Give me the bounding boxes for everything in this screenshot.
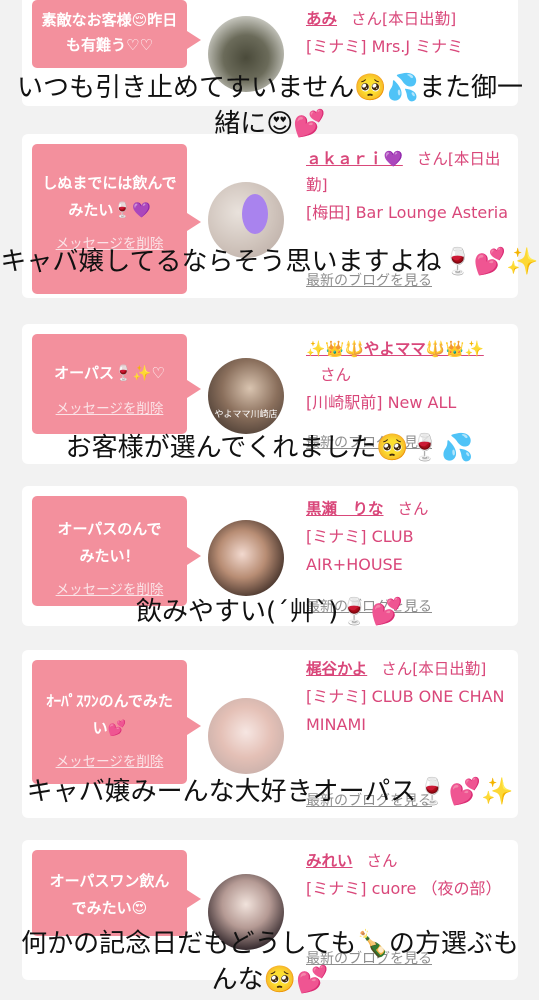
message-text: しぬまでには飲んでみたい🍷💜 [42, 174, 177, 219]
caption-text: お客様が選んでくれました🥺🍷💦 [65, 433, 474, 463]
avatar[interactable] [208, 520, 284, 596]
shop-name: [川崎駅前] New ALL [306, 393, 457, 412]
honorific: さん [397, 500, 429, 518]
cast-name-line: あみ さん[本日出勤] [306, 6, 511, 32]
message-bubble: オーパス🍷✨♡ メッセージを削除 [32, 334, 201, 434]
cast-info: みれい さん [ミナミ] cuore （夜の部） [306, 848, 511, 903]
cast-name-line: ✨👑🔱やよママ🔱👑✨ さん [306, 336, 511, 388]
message-text: オーパスワン飲んでみたい😍 [49, 872, 170, 917]
shop-name: [ミナミ] cuore （夜の部） [306, 879, 502, 898]
cast-info: 梶谷かよ さん[本日出勤] [ミナミ] CLUB ONE CHAN MINAMI [306, 656, 511, 739]
shop-name: [ミナミ] CLUB ONE CHAN MINAMI [306, 687, 505, 734]
status-text: [本日出勤] [412, 660, 487, 678]
cast-info: 黒瀬 りな さん [ミナミ] CLUB AIR+HOUSE [306, 496, 511, 579]
shop-name: [ミナミ] Mrs.J ミナミ [306, 37, 464, 56]
honorific: さん [381, 660, 413, 678]
status-text: [本日出勤] [382, 10, 457, 28]
caption-text: キャバ嬢みーんな大好きオーパス🍷💕✨ [26, 777, 514, 807]
honorific: さん [351, 10, 383, 28]
cast-info: ✨👑🔱やよママ🔱👑✨ さん [川崎駅前] New ALL [306, 336, 511, 417]
cast-name-line: ａｋａｒｉ💜 さん[本日出勤] [306, 146, 511, 198]
message-bubble: オーパスのんでみたい！ メッセージを削除 [32, 496, 201, 606]
cast-name-link[interactable]: ａｋａｒｉ💜 [306, 150, 403, 168]
cast-name-link[interactable]: あみ [306, 10, 337, 28]
message-bubble: オーパスワン飲んでみたい😍 [32, 850, 201, 936]
message-bubble: 素敵なお客様😌昨日も有難う♡♡ [32, 0, 201, 68]
message-text: オーパスのんでみたい！ [57, 520, 162, 565]
message-text: ｵｰﾊﾟｽﾜﾝのんでみたい💕 [46, 692, 173, 737]
cast-name-link[interactable]: みれい [306, 852, 353, 870]
message-text: オーパス🍷✨♡ [54, 364, 165, 382]
cast-name-link[interactable]: 梶谷かよ [306, 660, 367, 678]
shop-name: [梅田] Bar Lounge Asteria [306, 203, 509, 222]
message-text: 素敵なお客様😌昨日も有難う♡♡ [41, 11, 178, 54]
avatar[interactable] [208, 698, 284, 774]
message-bubble: ｵｰﾊﾟｽﾜﾝのんでみたい💕 メッセージを削除 [32, 660, 201, 784]
cast-info: ａｋａｒｉ💜 さん[本日出勤] [梅田] Bar Lounge Asteria [306, 146, 511, 227]
cast-info: あみ さん[本日出勤] [ミナミ] Mrs.J ミナミ [306, 6, 511, 61]
avatar[interactable]: やよママ川崎店 [208, 358, 284, 434]
cast-name-link[interactable]: 黒瀬 りな [306, 500, 384, 518]
honorific: さん [320, 366, 352, 384]
shop-name: [ミナミ] CLUB AIR+HOUSE [306, 527, 414, 574]
delete-message-link[interactable]: メッセージを削除 [38, 397, 181, 417]
delete-message-link[interactable]: メッセージを削除 [38, 750, 181, 770]
cast-name-line: 梶谷かよ さん[本日出勤] [306, 656, 511, 682]
cast-name-line: みれい さん [306, 848, 511, 874]
caption-text: 何かの記念日だもどうしても🍾の方選ぶもんな🥺💕 [21, 929, 519, 995]
avatar-watermark: やよママ川崎店 [214, 410, 278, 420]
honorific: さん [416, 150, 448, 168]
honorific: さん [366, 852, 398, 870]
caption-text: キャバ嬢してるならそう思いますよね🍷💕✨ [0, 247, 539, 277]
cast-name-line: 黒瀬 りな さん [306, 496, 511, 522]
caption-text: 飲みやすい(´艸`)🍷💕 [135, 597, 404, 627]
cast-name-link[interactable]: ✨👑🔱やよママ🔱👑✨ [306, 340, 484, 358]
caption-text: いつも引き止めてすいません🥺💦また御一緒に😍💕 [17, 73, 523, 139]
avatar-mask [242, 194, 268, 234]
